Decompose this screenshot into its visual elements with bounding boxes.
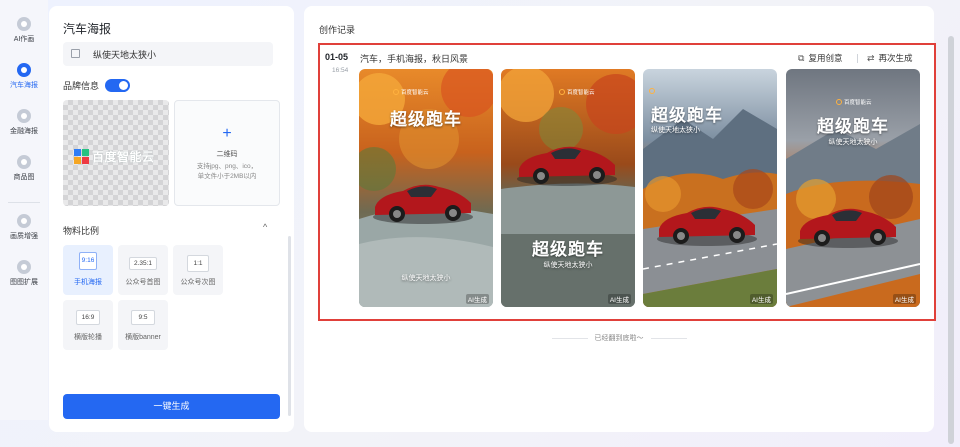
ai-generated-badge: AI生成 — [465, 294, 489, 304]
regenerate-button[interactable]: ⇄ 再次生成 — [867, 52, 913, 64]
poster-brand: 百度智能云 — [836, 98, 872, 106]
slogan-value: 纵使天地太狭小 — [93, 50, 157, 60]
nav-item-label: 金融海报 — [10, 128, 38, 135]
action-divider — [857, 54, 858, 63]
nav-item-product-image[interactable]: 商品图 — [0, 155, 48, 182]
nav-item-ai-draw[interactable]: AI作画 — [0, 17, 48, 44]
left-nav: AI作画 汽车海报 金融海报 商品图 画质增强 图图扩展 — [0, 0, 48, 420]
ratio-label: 横版轮播 — [74, 334, 102, 341]
poster-subtitle: 纵使天地太狭小 — [401, 275, 451, 282]
poster-headline: 超级跑车 — [390, 110, 462, 129]
ratio-label: 手机海报 — [74, 279, 102, 286]
creation-history-panel: 创作记录 01-05 16:54 汽车，手机海报，秋日风景 ⧉ 复用创意 ⇄ 再… — [304, 6, 936, 432]
ai-generated-badge: AI生成 — [892, 294, 916, 304]
nav-item-label: 画质增强 — [10, 233, 38, 240]
reuse-idea-label: 复用创意 — [808, 53, 843, 63]
poster-subtitle: 纵使天地太狭小 — [828, 139, 878, 146]
brand-logo-icon — [559, 89, 565, 95]
ratio-label: 横版banner — [125, 334, 161, 341]
ratio-value: 16:9 — [75, 310, 101, 325]
nav-item-label: 汽车海报 — [10, 82, 38, 89]
regenerate-label: 再次生成 — [878, 53, 913, 63]
qr-desc-line: 单文件小于2MB以内 — [197, 173, 257, 180]
ratio-label: 公众号首图 — [125, 279, 161, 286]
creation-record: 01-05 16:54 汽车，手机海报，秋日风景 ⧉ 复用创意 ⇄ 再次生成 百… — [318, 43, 936, 321]
enhance-icon — [17, 214, 31, 228]
brush-icon — [17, 17, 31, 31]
qr-code-upload[interactable]: + 二维码 支持jpg、png、ico， 单文件小于2MB以内 — [174, 100, 280, 206]
poster-brand — [649, 88, 657, 94]
ratio-option-16-9[interactable]: 16:9 横版轮播 — [63, 300, 113, 350]
poster-2[interactable]: 百度智能云 超级跑车 纵使天地太狭小 AI生成 — [501, 69, 635, 307]
expand-icon — [17, 260, 31, 274]
brand-info-toggle[interactable] — [105, 79, 131, 92]
poster-subtitle: 纵使天地太狭小 — [651, 127, 700, 134]
generate-button[interactable]: 一键生成 — [63, 394, 280, 419]
bag-icon — [17, 155, 31, 169]
brand-info-label: 品牌信息 — [63, 81, 100, 91]
poster-1[interactable]: 百度智能云 超级跑车 纵使天地太狭小 AI生成 — [359, 69, 493, 307]
nav-item-label: 商品图 — [13, 174, 35, 181]
text-icon — [71, 49, 80, 58]
nav-item-quality-enhance[interactable]: 画质增强 — [0, 214, 48, 241]
history-title: 创作记录 — [319, 25, 356, 35]
copy-icon: ⧉ — [798, 52, 805, 63]
brand-logo-icon — [836, 99, 842, 105]
car-icon — [17, 63, 31, 77]
nav-item-finance-poster[interactable]: 金融海报 — [0, 109, 48, 136]
poster-brand: 百度智能云 — [393, 88, 429, 96]
brand-logo-icon — [393, 89, 399, 95]
poster-headline: 超级跑车 — [817, 117, 889, 136]
panel-scrollbar[interactable] — [288, 236, 291, 416]
poster-headline: 超级跑车 — [532, 240, 604, 259]
end-of-list-note: 已经翻到底啦～ — [304, 333, 934, 343]
nav-item-label: AI作画 — [13, 36, 35, 43]
ratio-value: 9:5 — [131, 310, 155, 325]
ratio-option-9-5[interactable]: 9:5 横版banner — [118, 300, 168, 350]
ratio-heading: 物料比例 — [63, 226, 100, 236]
page-scrollbar[interactable] — [948, 36, 954, 444]
record-description: 汽车，手机海报，秋日风景 — [360, 54, 469, 64]
poster-headline: 超级跑车 — [651, 106, 723, 125]
poster-4[interactable]: 百度智能云 超级跑车 纵使天地太狭小 AI生成 — [786, 69, 920, 307]
ratio-option-1-1[interactable]: 1:1 公众号次图 — [173, 245, 223, 295]
ratio-value: 2.35:1 — [128, 257, 158, 270]
reuse-idea-button[interactable]: ⧉ 复用创意 — [798, 52, 842, 64]
refresh-icon: ⇄ — [867, 52, 875, 63]
ai-generated-badge: AI生成 — [749, 294, 773, 304]
ratio-option-2-35-1[interactable]: 2.35:1 公众号首图 — [118, 245, 168, 295]
panel-title: 汽车海报 — [63, 22, 112, 36]
cube-logo-icon — [74, 149, 89, 164]
config-panel: 汽车海报 纵使天地太狭小 品牌信息 百度智能云 + 二维码 支持jpg、png、… — [49, 6, 294, 432]
brand-logo: 百度智能云 — [74, 148, 155, 165]
poster-image — [501, 69, 635, 307]
nav-item-image-expand[interactable]: 图图扩展 — [0, 260, 48, 287]
chevron-up-icon[interactable]: ^ — [263, 222, 267, 232]
brand-logo-icon — [649, 88, 655, 94]
qr-desc-line: 支持jpg、png、ico， — [196, 163, 258, 170]
logo-text: 百度智能云 — [92, 150, 155, 164]
record-time: 16:54 — [332, 67, 349, 74]
ratio-label: 公众号次图 — [180, 279, 216, 286]
qr-title: 二维码 — [216, 151, 238, 158]
poster-3[interactable]: 超级跑车 纵使天地太狭小 AI生成 — [643, 69, 777, 307]
nav-divider — [8, 202, 40, 203]
qr-desc: 支持jpg、png、ico， 单文件小于2MB以内 — [175, 162, 279, 182]
nav-item-car-poster[interactable]: 汽车海报 — [0, 63, 48, 90]
record-date: 01-05 — [325, 52, 349, 62]
end-of-list-text: 已经翻到底啦～ — [594, 335, 644, 342]
plus-icon: + — [222, 125, 232, 142]
poster-subtitle: 纵使天地太狭小 — [543, 262, 593, 269]
ratio-value: 1:1 — [187, 255, 209, 272]
ratio-option-9-16[interactable]: 9:16 手机海报 — [63, 245, 113, 295]
nav-item-label: 图图扩展 — [10, 279, 38, 286]
slogan-input[interactable]: 纵使天地太狭小 — [63, 42, 273, 66]
logo-upload[interactable]: 百度智能云 — [63, 100, 169, 206]
ratio-value: 9:16 — [78, 252, 98, 270]
ai-generated-badge: AI生成 — [607, 294, 631, 304]
brand-info-row: 品牌信息 — [63, 79, 131, 92]
poster-brand: 百度智能云 — [559, 88, 595, 96]
coin-icon — [17, 109, 31, 123]
